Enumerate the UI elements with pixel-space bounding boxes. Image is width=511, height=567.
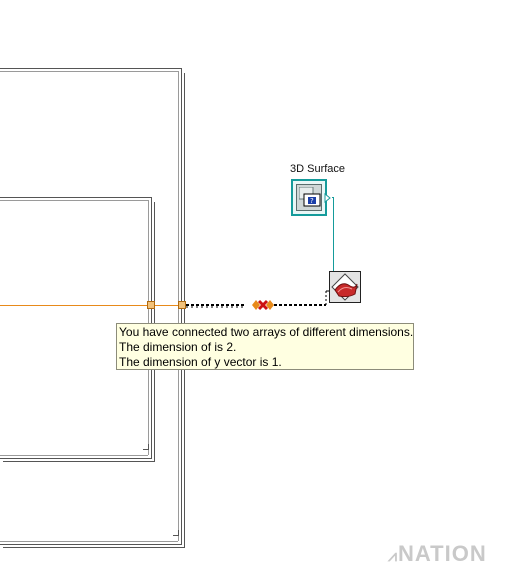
svg-text:?: ?: [310, 197, 314, 205]
array-wire[interactable]: [0, 305, 148, 306]
tunnel-icon[interactable]: [147, 301, 155, 309]
error-tooltip: You have connected two arrays of differe…: [116, 323, 414, 370]
tooltip-line-2: The dimension of is 2.: [119, 340, 237, 354]
terminal-label: 3D Surface: [290, 163, 346, 175]
watermark-logo-icon: ⩘: [388, 548, 399, 565]
3d-surface-terminal-icon[interactable]: ?: [291, 179, 327, 216]
tooltip-line-3: The dimension of y vector is 1.: [119, 355, 282, 369]
watermark: ⩘NATION: [388, 541, 487, 566]
tunnel-icon[interactable]: [178, 301, 186, 309]
array-wire-segment[interactable]: [155, 305, 179, 306]
coercion-dot-icon: [252, 299, 274, 311]
3d-surface-plot-node-icon[interactable]: [329, 271, 361, 303]
teal-wire-vertical[interactable]: [333, 197, 334, 272]
tooltip-line-1: You have connected two arrays of differe…: [119, 325, 414, 339]
